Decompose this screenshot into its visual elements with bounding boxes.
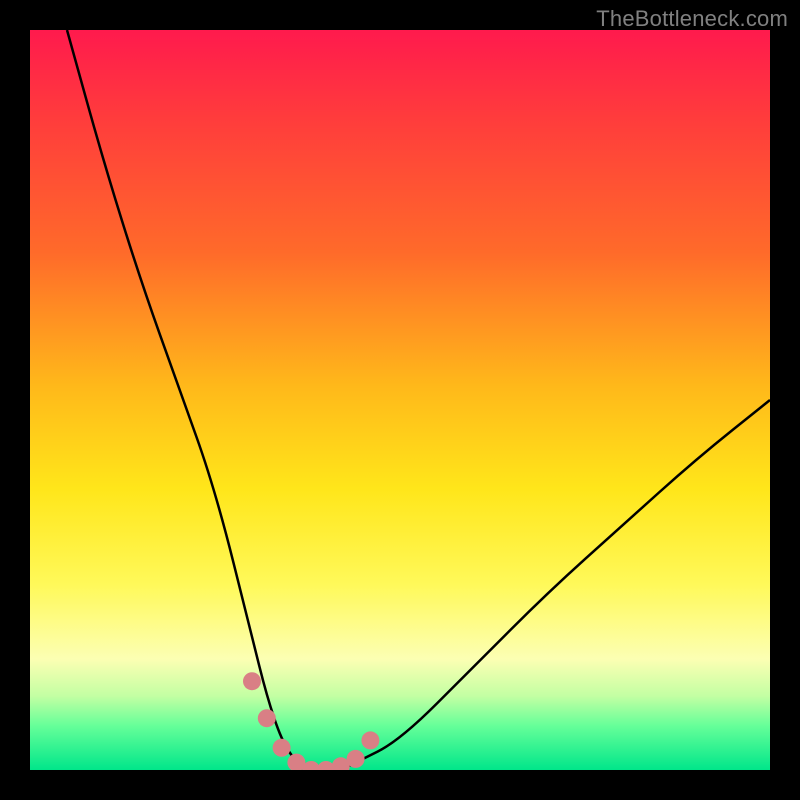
curve-svg	[30, 30, 770, 770]
trough-marker-dot	[361, 731, 379, 749]
trough-marker-dot	[258, 709, 276, 727]
bottleneck-curve-path	[67, 30, 770, 770]
watermark-text: TheBottleneck.com	[596, 6, 788, 32]
trough-marker-dot	[287, 754, 305, 770]
trough-markers	[243, 672, 379, 770]
plot-area	[30, 30, 770, 770]
trough-marker-dot	[243, 672, 261, 690]
trough-marker-dot	[332, 757, 350, 770]
trough-marker-dot	[273, 739, 291, 757]
chart-frame: TheBottleneck.com	[0, 0, 800, 800]
trough-marker-dot	[347, 750, 365, 768]
trough-marker-dot	[317, 761, 335, 770]
trough-marker-dot	[302, 761, 320, 770]
